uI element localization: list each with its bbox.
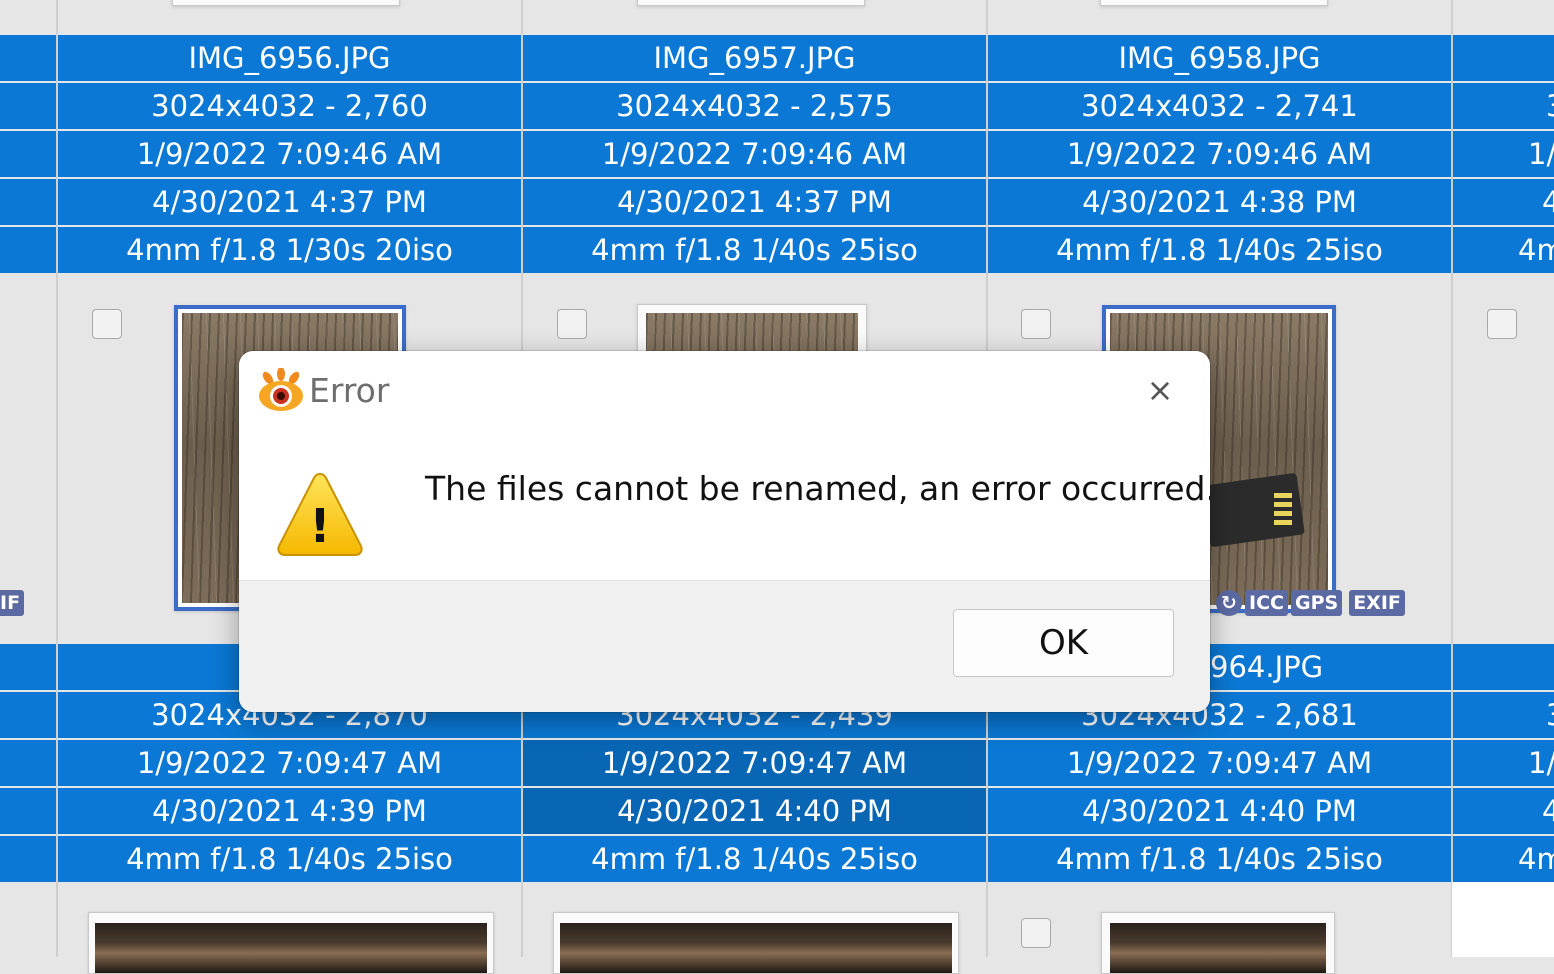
file-date-label: 1/9/2022 7:09:47 AM — [988, 740, 1451, 786]
taken-date-label: 4/30/2021 4:37 PM — [523, 179, 986, 225]
rotate-icon: ↻ — [1216, 590, 1242, 616]
file-date-label: 1/9/2022 7:09:46 AM — [58, 131, 521, 177]
select-checkbox[interactable] — [557, 309, 587, 339]
file-date-label: 1/9/2022 7:09:46 AM — [988, 131, 1451, 177]
exif-label: 4mm f/1.8 1/40s 25iso — [523, 227, 986, 273]
select-checkbox[interactable] — [1021, 309, 1051, 339]
taken-date-label: 4/30/2021 4:40 PM — [988, 788, 1451, 834]
taken-date-label: 4/30/2021 4:38 PM — [988, 179, 1451, 225]
thumbnail-top-partial[interactable] — [637, 0, 865, 6]
thumbnail-column-left-partial: IF — [0, 0, 58, 957]
info-row — [0, 692, 56, 738]
dialog-footer: OK — [239, 580, 1210, 712]
info-block-middle[interactable]: 3 1/ 4 4m — [1453, 644, 1554, 884]
info-row — [0, 131, 56, 177]
info-row — [0, 83, 56, 129]
info-row — [0, 179, 56, 225]
taken-date-label: 4 — [1453, 179, 1554, 225]
file-date-label: 1/9/2022 7:09:46 AM — [523, 131, 986, 177]
filename-label: IMG_6957.JPG — [523, 35, 986, 81]
file-date-label: 1/9/2022 7:09:47 AM — [58, 740, 521, 786]
thumbnail-top-partial[interactable] — [172, 0, 400, 6]
taken-date-label: 4/30/2021 4:39 PM — [58, 788, 521, 834]
filename-label — [1453, 644, 1554, 690]
close-icon: × — [1146, 371, 1174, 409]
taken-date-label: 4 — [1453, 788, 1554, 834]
error-message: The files cannot be renamed, an error oc… — [425, 469, 1210, 508]
icc-badge: ICC — [1245, 590, 1288, 616]
dimensions-label: 3024x4032 - 2,575 — [523, 83, 986, 129]
info-block-top[interactable]: IMG_6957.JPG 3024x4032 - 2,575 1/9/2022 … — [523, 35, 986, 275]
dialog-title: Error — [309, 371, 390, 410]
thumbnail-column-right-partial: 3 1/ 4 4m 3 1/ 4 4m — [1453, 0, 1554, 957]
warning-icon: ! — [277, 472, 363, 556]
gps-badge: GPS — [1290, 590, 1343, 616]
photo-dark — [95, 923, 487, 973]
filename-label: IMG_6958.JPG — [988, 35, 1451, 81]
dimensions-label: 3 — [1453, 83, 1554, 129]
app-logo-icon — [259, 368, 303, 411]
file-date-label: 1/9/2022 7:09:47 AM — [523, 740, 986, 786]
exif-label: 4mm f/1.8 1/40s 25iso — [58, 836, 521, 882]
filename-label — [1453, 35, 1554, 81]
dimensions-label: 3024x4032 - 2,741 — [988, 83, 1451, 129]
badge-group: ↻ ICC GPS EXIF — [1216, 590, 1405, 616]
info-block-middle — [0, 644, 56, 884]
badge-group: IF — [0, 590, 25, 616]
info-block-top[interactable]: 3 1/ 4 4m — [1453, 35, 1554, 275]
usb-contacts — [1274, 493, 1292, 527]
thumbnail-image-bottom[interactable] — [553, 912, 959, 974]
exif-badge: EXIF — [1349, 590, 1405, 616]
ok-button[interactable]: OK — [953, 609, 1174, 677]
exif-badge: IF — [0, 590, 25, 616]
info-block-top — [0, 35, 56, 275]
info-row — [0, 836, 56, 882]
thumbnail-image-bottom[interactable] — [1101, 912, 1335, 974]
select-checkbox[interactable] — [1487, 309, 1517, 339]
exif-label: 4mm f/1.8 1/40s 25iso — [523, 836, 986, 882]
exif-label: 4m — [1453, 227, 1554, 273]
dimensions-label: 3 — [1453, 692, 1554, 738]
filename-label: IMG_6956.JPG — [58, 35, 521, 81]
error-dialog: Error × ! The files cannot be renamed, a… — [239, 351, 1210, 712]
dimensions-label: 3024x4032 - 2,760 — [58, 83, 521, 129]
exif-label: 4mm f/1.8 1/30s 20iso — [58, 227, 521, 273]
exif-label: 4m — [1453, 836, 1554, 882]
file-date-label: 1/ — [1453, 740, 1554, 786]
info-row — [0, 788, 56, 834]
taken-date-label: 4/30/2021 4:40 PM — [523, 788, 986, 834]
select-checkbox[interactable] — [1021, 918, 1051, 948]
file-date-label: 1/ — [1453, 131, 1554, 177]
thumbnail-top-partial[interactable] — [1100, 0, 1328, 6]
close-button[interactable]: × — [1135, 369, 1185, 411]
exif-label: 4mm f/1.8 1/40s 25iso — [988, 836, 1451, 882]
taken-date-label: 4/30/2021 4:37 PM — [58, 179, 521, 225]
info-row — [0, 227, 56, 273]
thumbnail-image-bottom[interactable] — [88, 912, 494, 974]
info-row — [0, 740, 56, 786]
info-row — [0, 644, 56, 690]
select-checkbox[interactable] — [92, 309, 122, 339]
info-block-top[interactable]: IMG_6958.JPG 3024x4032 - 2,741 1/9/2022 … — [988, 35, 1451, 275]
warning-glyph: ! — [310, 499, 331, 553]
photo-dark — [560, 923, 952, 973]
exif-label: 4mm f/1.8 1/40s 25iso — [988, 227, 1451, 273]
empty-area — [1452, 882, 1554, 957]
photo-dark — [1110, 923, 1326, 973]
info-row — [0, 35, 56, 81]
info-block-top[interactable]: IMG_6956.JPG 3024x4032 - 2,760 1/9/2022 … — [58, 35, 521, 275]
